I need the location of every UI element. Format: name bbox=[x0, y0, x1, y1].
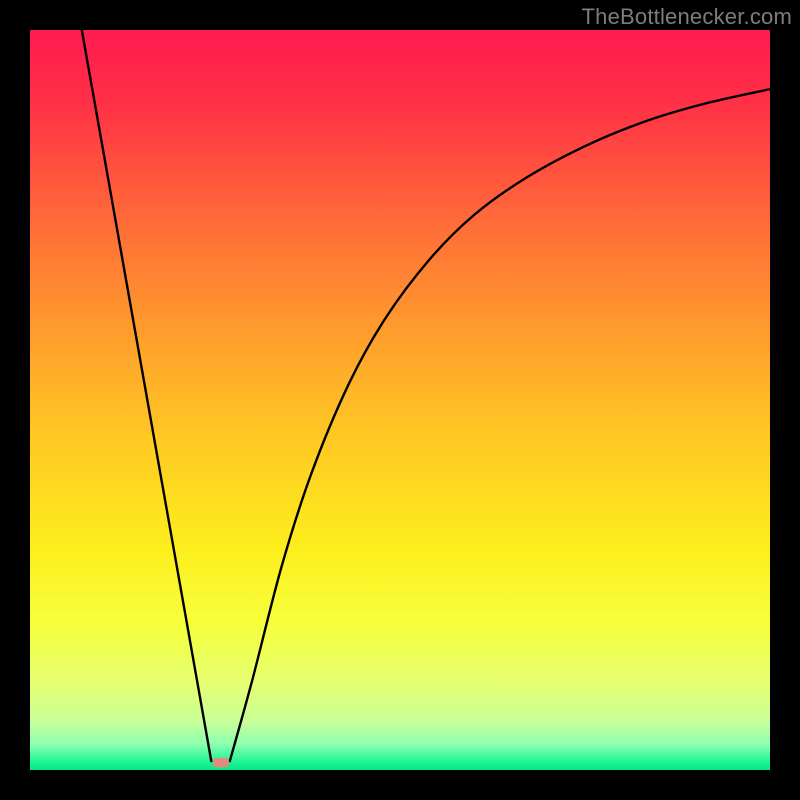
bottleneck-marker bbox=[213, 758, 229, 768]
gradient-background bbox=[30, 30, 770, 770]
chart-frame: TheBottlenecker.com bbox=[0, 0, 800, 800]
bottleneck-chart bbox=[30, 30, 770, 770]
watermark-label: TheBottlenecker.com bbox=[582, 4, 792, 30]
